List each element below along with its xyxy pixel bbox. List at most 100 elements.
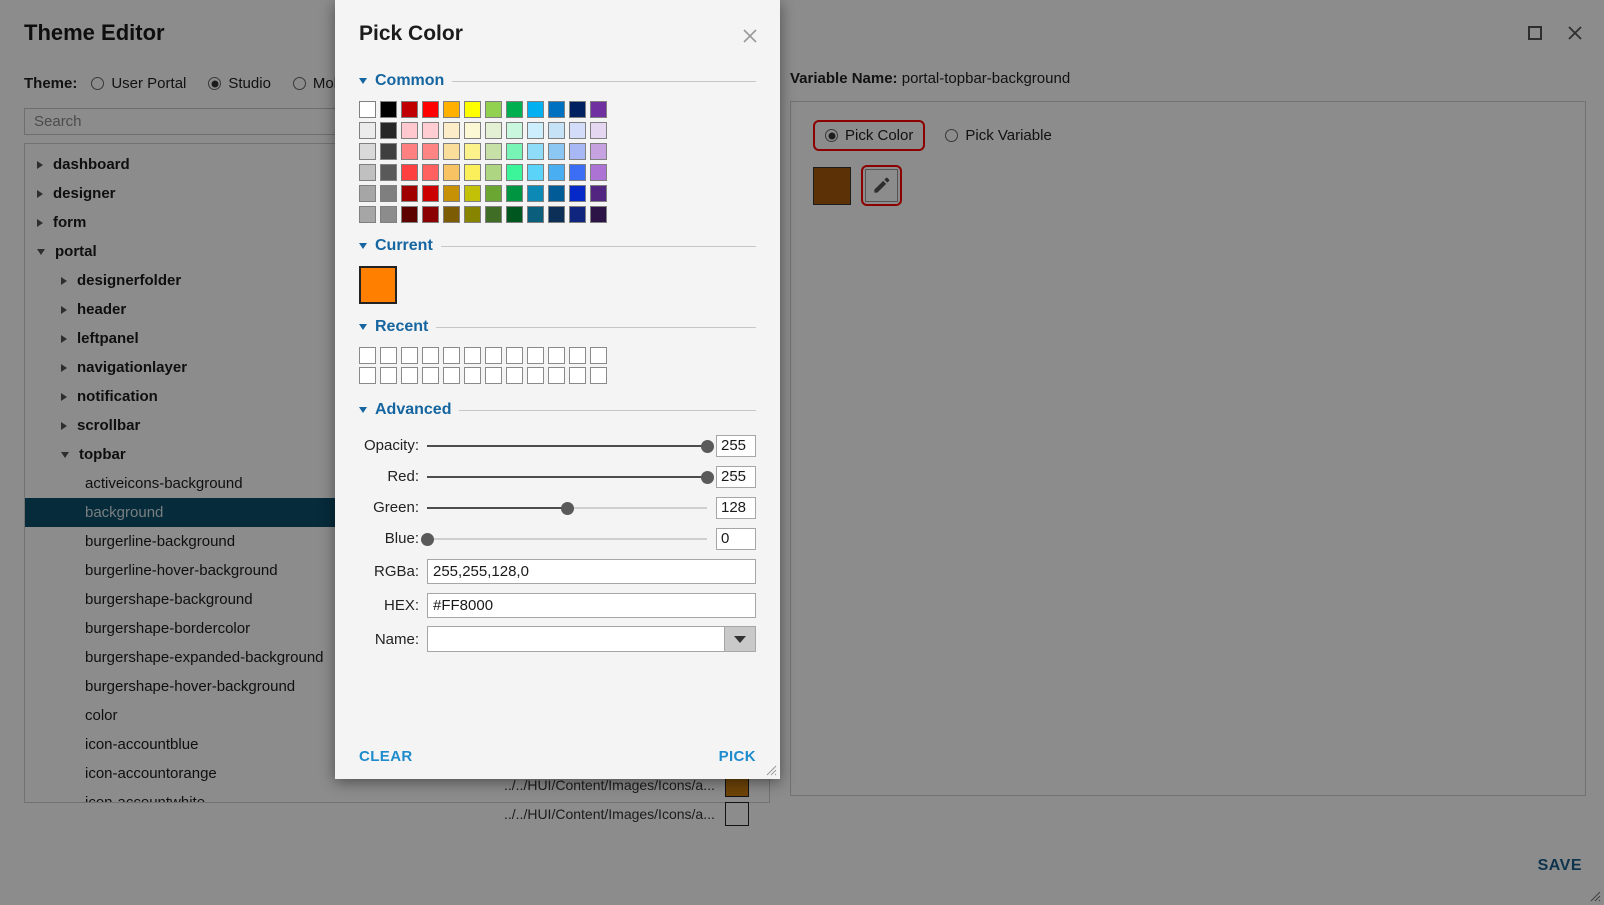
- recent-color-swatch[interactable]: [443, 347, 460, 364]
- recent-color-swatch[interactable]: [443, 367, 460, 384]
- color-swatch[interactable]: [527, 206, 544, 223]
- current-color-swatch[interactable]: [359, 266, 397, 304]
- color-swatch[interactable]: [548, 122, 565, 139]
- color-swatch[interactable]: [569, 164, 586, 181]
- slider-value-input[interactable]: 255: [716, 434, 756, 457]
- name-combobox[interactable]: [427, 626, 756, 652]
- color-swatch[interactable]: [506, 206, 523, 223]
- color-swatch[interactable]: [569, 143, 586, 160]
- color-swatch[interactable]: [590, 206, 607, 223]
- section-header-recent[interactable]: Recent: [359, 318, 756, 336]
- color-swatch[interactable]: [401, 185, 418, 202]
- color-swatch[interactable]: [527, 164, 544, 181]
- color-swatch[interactable]: [485, 101, 502, 118]
- recent-color-swatch[interactable]: [422, 347, 439, 364]
- color-swatch[interactable]: [506, 101, 523, 118]
- color-swatch[interactable]: [548, 101, 565, 118]
- color-swatch[interactable]: [380, 164, 397, 181]
- recent-color-swatch[interactable]: [527, 347, 544, 364]
- recent-color-swatch[interactable]: [485, 347, 502, 364]
- color-swatch[interactable]: [527, 101, 544, 118]
- color-swatch[interactable]: [485, 143, 502, 160]
- color-swatch[interactable]: [401, 143, 418, 160]
- color-swatch[interactable]: [422, 122, 439, 139]
- slider-value-input[interactable]: 128: [716, 496, 756, 519]
- color-swatch[interactable]: [590, 143, 607, 160]
- color-swatch[interactable]: [359, 101, 376, 118]
- recent-color-swatch[interactable]: [359, 347, 376, 364]
- color-swatch[interactable]: [464, 101, 481, 118]
- recent-color-swatch[interactable]: [401, 367, 418, 384]
- pick-button[interactable]: PICK: [719, 748, 756, 765]
- rgba-input[interactable]: 255,255,128,0: [427, 558, 756, 584]
- color-swatch[interactable]: [527, 143, 544, 160]
- color-swatch[interactable]: [590, 185, 607, 202]
- color-swatch[interactable]: [401, 164, 418, 181]
- color-swatch[interactable]: [485, 164, 502, 181]
- color-swatch[interactable]: [569, 122, 586, 139]
- section-header-common[interactable]: Common: [359, 72, 756, 90]
- color-swatch[interactable]: [485, 185, 502, 202]
- color-swatch[interactable]: [485, 206, 502, 223]
- recent-color-swatch[interactable]: [569, 367, 586, 384]
- color-swatch[interactable]: [506, 164, 523, 181]
- recent-color-swatch[interactable]: [590, 347, 607, 364]
- slider-red[interactable]: [427, 469, 714, 485]
- recent-color-swatch[interactable]: [380, 347, 397, 364]
- color-swatch[interactable]: [569, 101, 586, 118]
- color-swatch[interactable]: [422, 101, 439, 118]
- dropdown-toggle[interactable]: [724, 627, 755, 651]
- recent-color-swatch[interactable]: [464, 367, 481, 384]
- recent-color-swatch[interactable]: [590, 367, 607, 384]
- color-swatch[interactable]: [464, 143, 481, 160]
- chevron-down-icon[interactable]: [359, 243, 367, 249]
- hex-input[interactable]: #FF8000: [427, 592, 756, 618]
- slider-knob[interactable]: [561, 501, 574, 515]
- color-swatch[interactable]: [401, 206, 418, 223]
- slider-green[interactable]: [427, 500, 707, 516]
- recent-color-swatch[interactable]: [506, 367, 523, 384]
- color-swatch[interactable]: [359, 143, 376, 160]
- color-swatch[interactable]: [443, 143, 460, 160]
- recent-color-swatch[interactable]: [548, 367, 565, 384]
- color-swatch[interactable]: [548, 143, 565, 160]
- color-swatch[interactable]: [380, 185, 397, 202]
- color-swatch[interactable]: [380, 206, 397, 223]
- color-swatch[interactable]: [506, 122, 523, 139]
- recent-color-swatch[interactable]: [485, 367, 502, 384]
- section-header-advanced[interactable]: Advanced: [359, 401, 756, 419]
- color-swatch[interactable]: [464, 185, 481, 202]
- slider-knob[interactable]: [701, 439, 714, 453]
- color-swatch[interactable]: [548, 185, 565, 202]
- color-swatch[interactable]: [464, 206, 481, 223]
- color-swatch[interactable]: [359, 164, 376, 181]
- color-swatch[interactable]: [527, 122, 544, 139]
- color-swatch[interactable]: [527, 185, 544, 202]
- color-swatch[interactable]: [401, 101, 418, 118]
- color-swatch[interactable]: [401, 122, 418, 139]
- color-swatch[interactable]: [422, 185, 439, 202]
- recent-color-swatch[interactable]: [401, 347, 418, 364]
- slider-value-input[interactable]: 255: [716, 465, 756, 488]
- chevron-down-icon[interactable]: [359, 407, 367, 413]
- color-swatch[interactable]: [359, 122, 376, 139]
- color-swatch[interactable]: [485, 122, 502, 139]
- slider-value-input[interactable]: 0: [716, 527, 756, 550]
- color-swatch[interactable]: [548, 164, 565, 181]
- dialog-close-button[interactable]: [738, 24, 762, 48]
- color-swatch[interactable]: [443, 206, 460, 223]
- color-swatch[interactable]: [359, 185, 376, 202]
- color-swatch[interactable]: [380, 122, 397, 139]
- color-swatch[interactable]: [569, 206, 586, 223]
- chevron-down-icon[interactable]: [359, 78, 367, 84]
- recent-color-swatch[interactable]: [464, 347, 481, 364]
- color-swatch[interactable]: [506, 185, 523, 202]
- recent-color-swatch[interactable]: [527, 367, 544, 384]
- recent-color-swatch[interactable]: [506, 347, 523, 364]
- recent-color-swatch[interactable]: [359, 367, 376, 384]
- color-swatch[interactable]: [590, 101, 607, 118]
- slider-blue[interactable]: [421, 531, 707, 547]
- recent-color-swatch[interactable]: [422, 367, 439, 384]
- clear-button[interactable]: CLEAR: [359, 748, 413, 765]
- color-swatch[interactable]: [359, 206, 376, 223]
